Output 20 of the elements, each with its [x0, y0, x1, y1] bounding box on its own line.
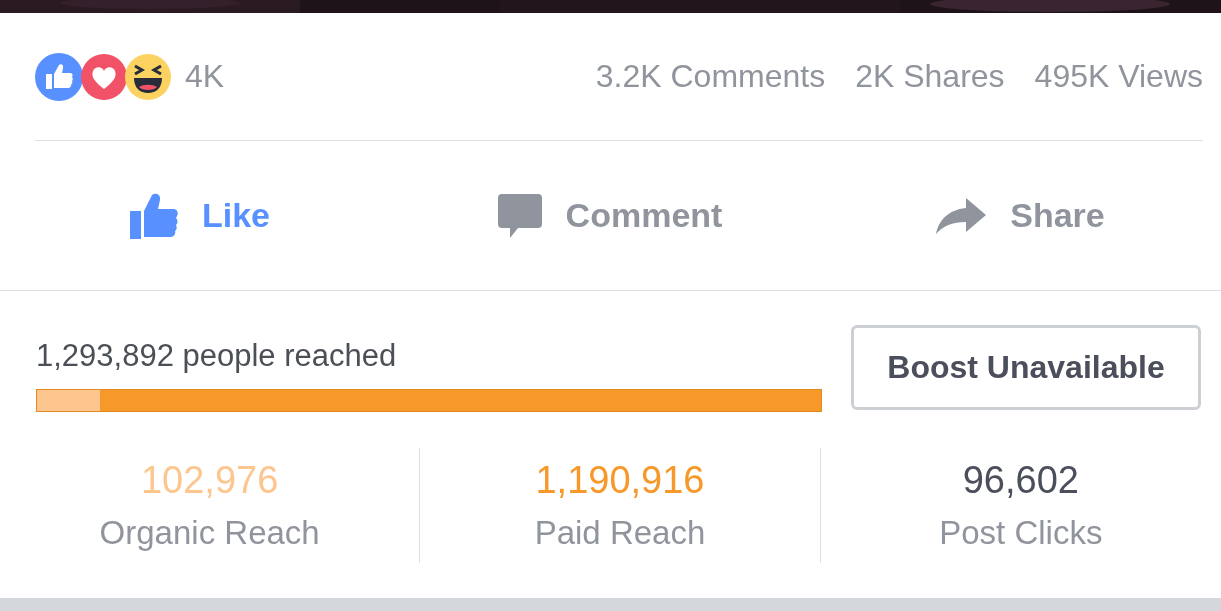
metric-label: Organic Reach	[99, 514, 320, 552]
speech-bubble-icon	[497, 193, 542, 238]
metric-value: 96,602	[962, 459, 1079, 502]
metric-label: Paid Reach	[534, 514, 706, 552]
thumbs-up-icon	[35, 52, 83, 101]
share-button[interactable]: Share	[820, 141, 1221, 290]
boost-button[interactable]: Boost Unavailable	[851, 325, 1201, 410]
like-button[interactable]: Like	[0, 141, 400, 290]
reach-summary: 1,293,892 people reached	[36, 338, 398, 374]
reaction-count: 4K	[185, 58, 225, 95]
laughing-face-icon	[125, 52, 171, 101]
thumbs-up-icon	[129, 192, 178, 239]
metric-value: 1,190,916	[535, 459, 705, 502]
engagement-count[interactable]: 2K Shares	[855, 58, 1005, 95]
engagement-count[interactable]: 3.2K Comments	[595, 58, 826, 95]
engagement-count[interactable]: 495K Views	[1034, 58, 1203, 95]
metric-value: 102,976	[140, 459, 279, 502]
share-arrow-icon	[936, 197, 987, 234]
comment-button[interactable]: Comment	[400, 141, 820, 290]
metric-label: Post Clicks	[939, 514, 1103, 552]
